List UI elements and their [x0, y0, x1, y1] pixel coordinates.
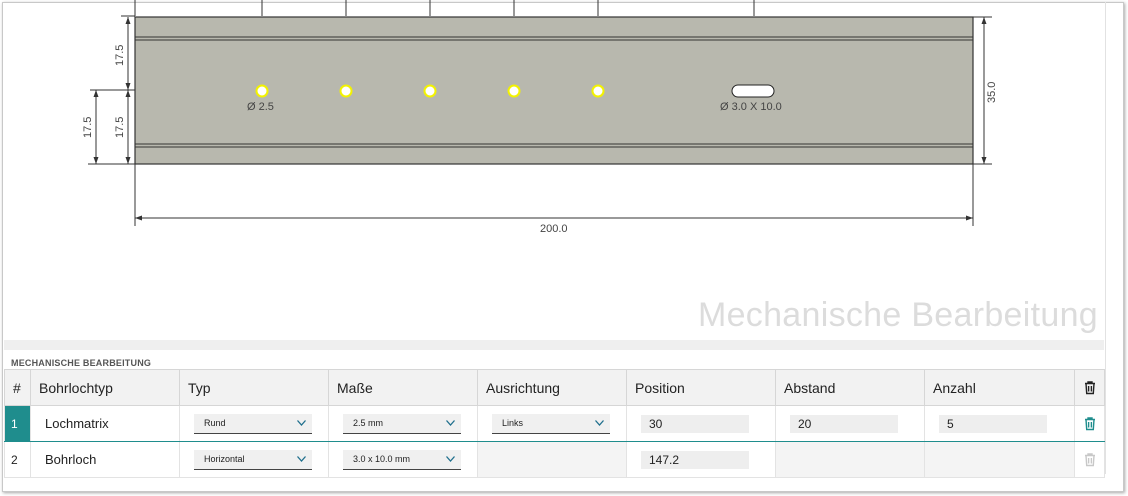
abstand-input[interactable]: 20	[790, 414, 898, 433]
dim-left: 17.5	[82, 117, 94, 138]
masse-select[interactable]: 3.0 x 10.0 mm	[343, 449, 461, 470]
delete-row-button[interactable]	[1075, 452, 1104, 467]
hole-1	[255, 84, 269, 98]
table-row[interactable]: 2 Bohrloch Horizontal 3.0 x 10.0 mm 147.…	[4, 441, 1105, 478]
chevron-down-icon	[595, 420, 604, 426]
trash-icon	[1084, 453, 1095, 467]
dim-mid: 17.5	[114, 117, 126, 138]
anzahl-input[interactable]: 5	[939, 414, 1047, 433]
table-row[interactable]: 1 Lochmatrix Rund 2.5 mm Links 30 20 5	[4, 405, 1105, 442]
chevron-down-icon	[446, 456, 455, 462]
col-header-abstand[interactable]: Abstand	[775, 369, 925, 406]
position-input[interactable]: 147.2	[641, 450, 749, 469]
masse-select-value: 3.0 x 10.0 mm	[353, 454, 411, 464]
slot-hole	[731, 84, 775, 98]
hole-round-label: Ø 2.5	[247, 101, 274, 113]
section-title: MECHANISCHE BEARBEITUNG	[11, 358, 152, 368]
col-header-anzahl[interactable]: Anzahl	[924, 369, 1075, 406]
hole-3	[423, 84, 437, 98]
trash-icon	[1084, 381, 1095, 395]
section-watermark: Mechanische Bearbeitung	[697, 296, 1098, 334]
position-input[interactable]: 30	[641, 414, 749, 433]
row-bohrlochtyp: Lochmatrix	[30, 405, 180, 442]
top-ticks	[121, 0, 755, 17]
delete-row-button[interactable]	[1075, 416, 1104, 431]
ausrichtung-empty-cell	[477, 441, 627, 478]
dim-right: 35.0	[986, 82, 998, 103]
ausrichtung-select[interactable]: Links	[492, 413, 610, 434]
col-header-masse[interactable]: Maße	[328, 369, 478, 406]
hole-4	[507, 84, 521, 98]
table-header-row: # Bohrlochtyp Typ Maße Ausrichtung Posit…	[4, 369, 1105, 406]
dim-width: 200.0	[540, 223, 568, 235]
hole-slot-label: Ø 3.0 X 10.0	[720, 101, 782, 113]
anzahl-empty-cell	[924, 441, 1075, 478]
trash-icon	[1084, 417, 1095, 431]
machining-table: # Bohrlochtyp Typ Maße Ausrichtung Posit…	[4, 369, 1105, 478]
chevron-down-icon	[297, 456, 306, 462]
col-header-bohrlochtyp[interactable]: Bohrlochtyp	[30, 369, 180, 406]
row-index: 2	[4, 441, 31, 478]
abstand-empty-cell	[775, 441, 925, 478]
dim-top: 17.5	[114, 45, 126, 66]
hole-2	[339, 84, 353, 98]
typ-select-value: Rund	[204, 418, 226, 428]
section-divider	[4, 340, 1104, 350]
typ-select[interactable]: Rund	[194, 413, 312, 434]
masse-select[interactable]: 2.5 mm	[343, 413, 461, 434]
technical-drawing: Ø 2.5 Ø 3.0 X 10.0 17.5 17.5 17.5 35.0 2…	[82, 0, 998, 235]
chevron-down-icon	[297, 420, 306, 426]
chevron-down-icon	[446, 420, 455, 426]
col-header-ausrichtung[interactable]: Ausrichtung	[477, 369, 627, 406]
hole-5	[591, 84, 605, 98]
col-header-position[interactable]: Position	[626, 369, 776, 406]
typ-select[interactable]: Horizontal	[194, 449, 312, 470]
typ-select-value: Horizontal	[204, 454, 245, 464]
col-header-index: #	[4, 369, 31, 406]
col-header-typ[interactable]: Typ	[179, 369, 329, 406]
row-index: 1	[4, 405, 31, 442]
ausrichtung-select-value: Links	[502, 418, 524, 428]
row-bohrlochtyp: Bohrloch	[30, 441, 180, 478]
masse-select-value: 2.5 mm	[353, 418, 384, 428]
delete-all-button[interactable]	[1074, 369, 1105, 406]
